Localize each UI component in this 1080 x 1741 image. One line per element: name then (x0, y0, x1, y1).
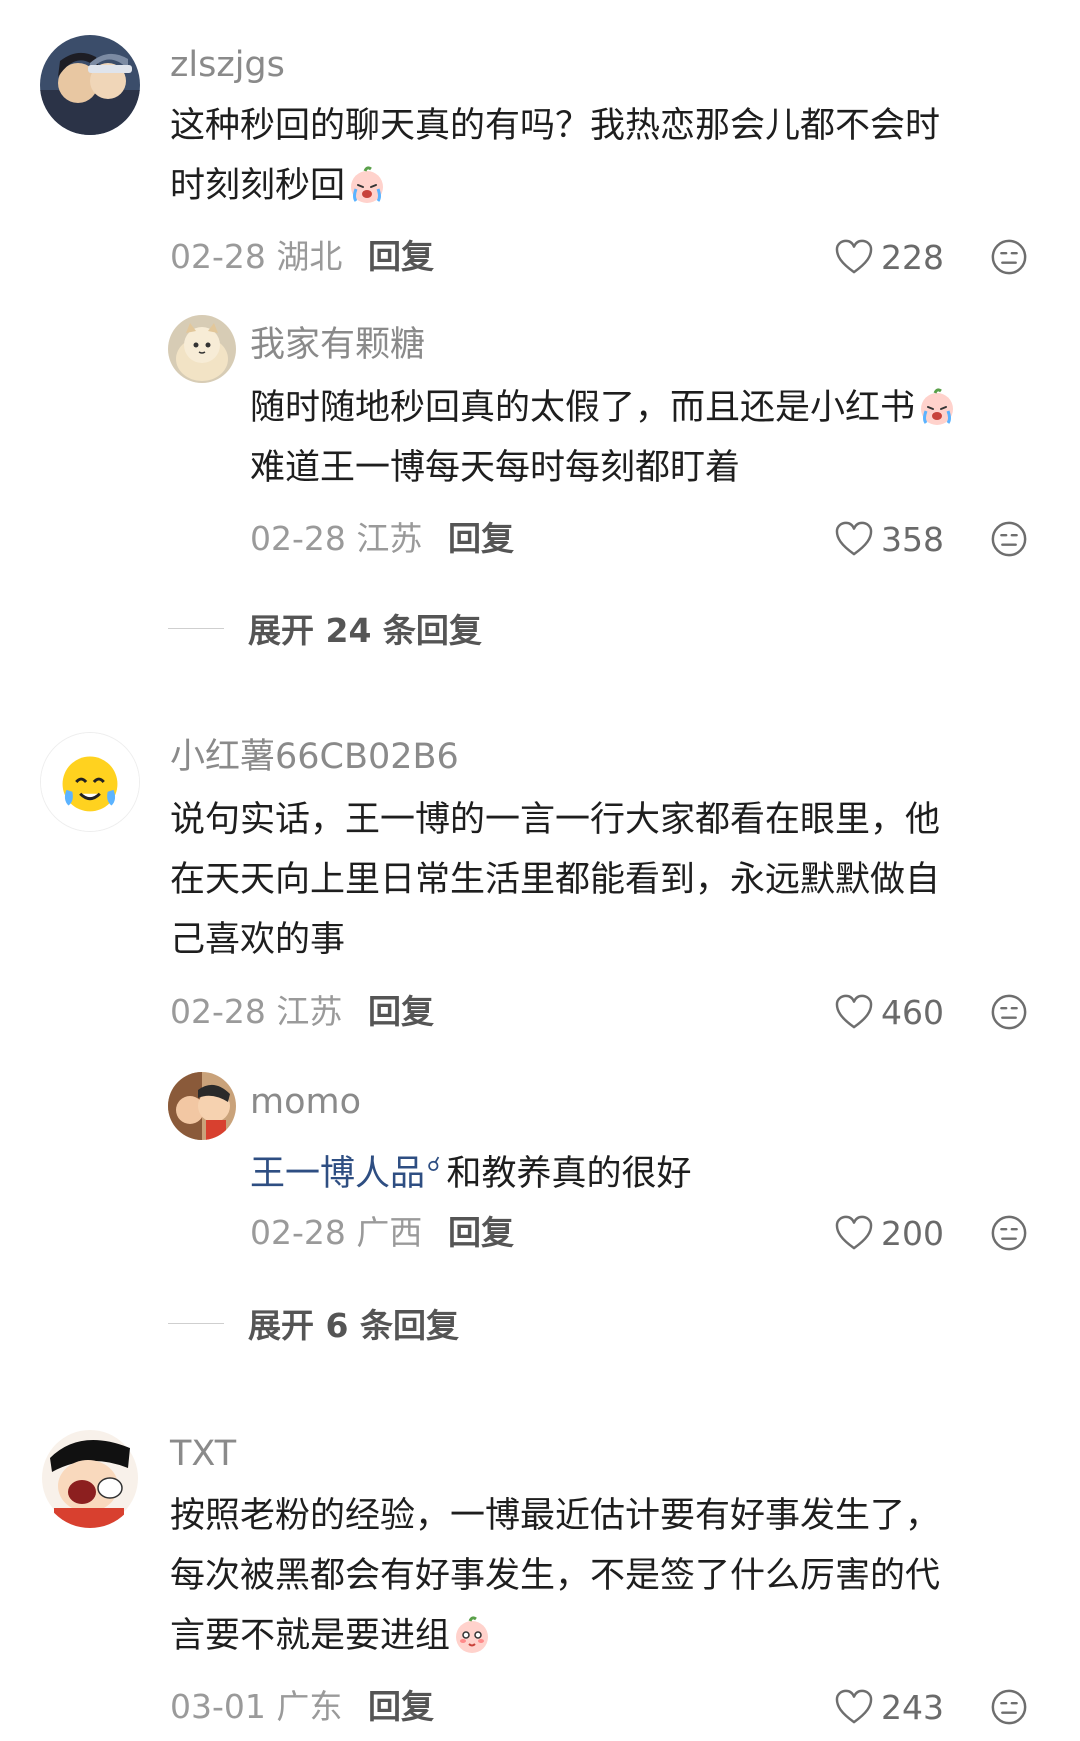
comment-text-line: 时刻刻秒回 (170, 156, 940, 216)
reply-text-line: 随时随地秒回真的太假了，而且还是小红书 (250, 378, 957, 438)
like-count: 200 (881, 1213, 944, 1253)
expand-replies-button[interactable]: 展开 24 条回复 (168, 608, 482, 650)
expand-replies-button[interactable]: 展开 6 条回复 (168, 1303, 459, 1345)
comment-text-segment: 言要不就是要进组 (170, 1616, 451, 1656)
reply-text: 王一博人品 ☌ 和教养真的很好 (250, 1134, 691, 1204)
like-button[interactable]: 460 (835, 991, 944, 1033)
search-link[interactable]: 王一博人品 (250, 1154, 425, 1194)
reply-text-segment: 和教养真的很好 (446, 1154, 692, 1194)
reply-button[interactable]: 回复 (448, 522, 514, 555)
reply-date-location: 02-28 广西 (250, 1213, 423, 1252)
comment-username[interactable]: TXT (170, 1437, 236, 1472)
avatar[interactable] (40, 1428, 140, 1528)
comment-text-segment: 时刻刻秒回 (170, 166, 346, 206)
heart-icon (835, 1689, 873, 1725)
reply-date-location: 02-28 江苏 (250, 519, 423, 558)
like-button[interactable]: 358 (835, 518, 944, 560)
expand-replies-label: 展开 6 条回复 (248, 1306, 459, 1345)
reply-button[interactable]: 回复 (368, 240, 434, 273)
comment-date-location: 02-28 湖北 (170, 237, 343, 276)
avatar[interactable] (168, 315, 236, 383)
like-count: 243 (881, 1687, 944, 1727)
meh-face-icon[interactable] (990, 520, 1028, 558)
like-count: 460 (881, 992, 944, 1032)
comment-text-line: 按照老粉的经验，一博最近估计要有好事发生了， (170, 1496, 941, 1536)
reply-text-line: 王一博人品 ☌ 和教养真的很好 (250, 1134, 691, 1204)
comment-date-location: 03-01 广东 (170, 1687, 343, 1726)
reply-button[interactable]: 回复 (368, 995, 434, 1028)
comment-text-line: 己喜欢的事 (170, 920, 346, 960)
comment-text-line: 这种秒回的聊天真的有吗？我热恋那会儿都不会时 (170, 106, 941, 146)
crying-face-emoji (917, 387, 957, 427)
like-count: 228 (881, 237, 944, 277)
avatar[interactable] (40, 732, 140, 832)
heart-icon (835, 994, 873, 1030)
search-icon[interactable]: ☌ (427, 1134, 440, 1194)
meh-face-icon[interactable] (990, 1214, 1028, 1252)
heart-icon (835, 239, 873, 275)
comment-text: 这种秒回的聊天真的有吗？我热恋那会儿都不会时 时刻刻秒回 (170, 96, 940, 216)
meh-face-icon[interactable] (990, 993, 1028, 1031)
heart-icon (835, 521, 873, 557)
comment-username[interactable]: 小红薯66CB02B6 (170, 740, 459, 775)
reply-button[interactable]: 回复 (368, 1690, 434, 1723)
reply-username[interactable]: 我家有颗糖 (250, 328, 425, 363)
comment-text: 按照老粉的经验，一博最近估计要有好事发生了， 每次被黑都会有好事发生，不是签了什… (170, 1486, 940, 1666)
comment-text: 说句实话，王一博的一言一行大家都看在眼里，他 在天天向上里日常生活里都能看到，永… (170, 790, 940, 970)
blushing-face-emoji (452, 1615, 492, 1655)
heart-icon (835, 1215, 873, 1251)
like-button[interactable]: 200 (835, 1212, 944, 1254)
divider-line (168, 627, 224, 629)
divider-line (168, 1322, 224, 1324)
reply-text-segment: 随时随地秒回真的太假了，而且还是小红书 (250, 388, 916, 428)
reply-button[interactable]: 回复 (448, 1216, 514, 1249)
avatar[interactable] (168, 1072, 236, 1140)
comment-text-line: 在天天向上里日常生活里都能看到，永远默默做自 (170, 860, 941, 900)
crying-face-emoji (347, 165, 387, 205)
like-button[interactable]: 243 (835, 1686, 944, 1728)
comment-username[interactable]: zlszjgs (170, 48, 285, 83)
like-count: 358 (881, 519, 944, 559)
meh-face-icon[interactable] (990, 1688, 1028, 1726)
comment-text-line: 言要不就是要进组 (170, 1606, 940, 1666)
like-button[interactable]: 228 (835, 236, 944, 278)
reply-username[interactable]: momo (250, 1085, 361, 1120)
expand-replies-label: 展开 24 条回复 (248, 611, 482, 650)
comment-text-line: 说句实话，王一博的一言一行大家都看在眼里，他 (170, 800, 941, 840)
reply-text-line: 难道王一博每天每时每刻都盯着 (250, 448, 741, 488)
comment-date-location: 02-28 江苏 (170, 992, 343, 1031)
comment-text-line: 每次被黑都会有好事发生，不是签了什么厉害的代 (170, 1556, 941, 1596)
meh-face-icon[interactable] (990, 238, 1028, 276)
avatar[interactable] (40, 35, 140, 135)
reply-text: 随时随地秒回真的太假了，而且还是小红书 难道王一博每天每时每刻都盯着 (250, 378, 957, 498)
